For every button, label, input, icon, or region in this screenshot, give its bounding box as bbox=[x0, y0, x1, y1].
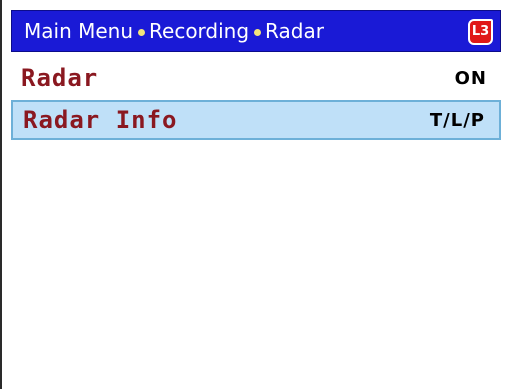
menu-item-radar-info[interactable]: Radar Info T/L/P bbox=[11, 100, 501, 140]
breadcrumb: Main Menu Recording Radar bbox=[24, 19, 324, 43]
l3-logo-icon: L3 bbox=[468, 19, 493, 45]
breadcrumb-radar: Radar bbox=[265, 19, 324, 43]
menu-item-label: Radar Info bbox=[23, 106, 178, 134]
menu-item-label: Radar bbox=[21, 64, 99, 92]
breadcrumb-separator-icon bbox=[254, 28, 262, 36]
device-screen: Main Menu Recording Radar L3 Radar ON Ra… bbox=[0, 0, 505, 389]
menu-item-value: T/L/P bbox=[429, 109, 485, 131]
breadcrumb-main-menu[interactable]: Main Menu bbox=[24, 19, 133, 43]
title-bar: Main Menu Recording Radar L3 bbox=[11, 10, 501, 52]
breadcrumb-recording[interactable]: Recording bbox=[149, 19, 249, 43]
breadcrumb-separator-icon bbox=[138, 28, 146, 36]
menu-list: Radar ON Radar Info T/L/P bbox=[11, 58, 501, 140]
menu-item-radar[interactable]: Radar ON bbox=[11, 58, 501, 98]
menu-item-value: ON bbox=[454, 67, 487, 89]
